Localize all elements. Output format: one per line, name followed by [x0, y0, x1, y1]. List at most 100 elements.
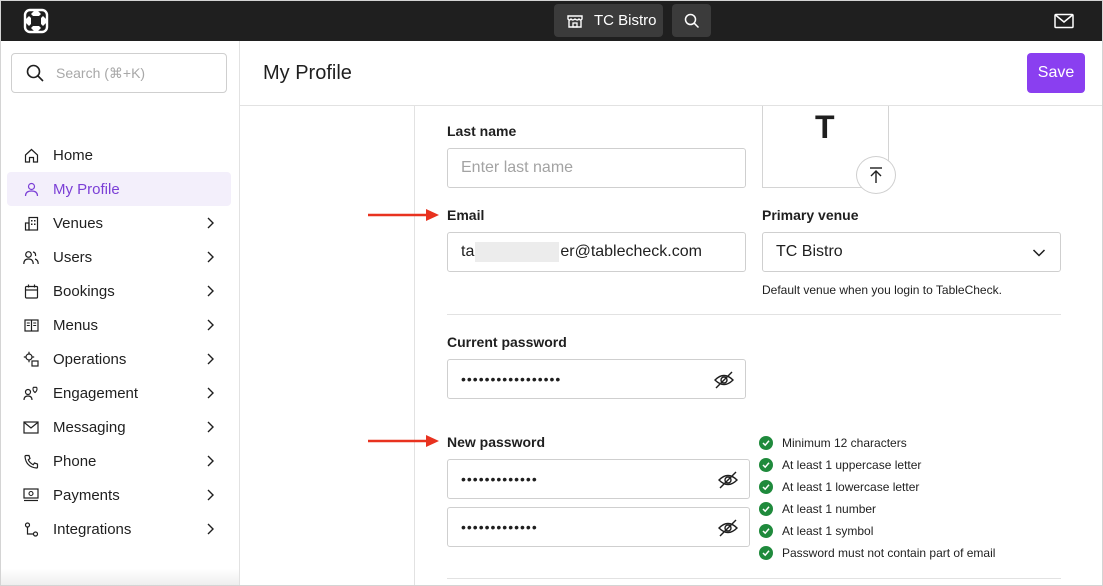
requirement-text: At least 1 uppercase letter — [782, 458, 922, 472]
current-password-value: ••••••••••••••••• — [461, 371, 562, 387]
requirement-item: At least 1 symbol — [759, 520, 1059, 542]
sidebar-item-label: Payments — [53, 486, 120, 504]
avatar-initial: T — [815, 109, 835, 145]
sidebar-item-integrations[interactable]: Integrations — [7, 512, 231, 546]
chevron-right-icon — [207, 421, 214, 433]
requirement-text: Password must not contain part of email — [782, 546, 996, 560]
inbox-button[interactable] — [1052, 10, 1076, 32]
sidebar-item-messaging[interactable]: Messaging — [7, 410, 231, 444]
check-circle-icon — [759, 502, 773, 516]
current-password-field[interactable]: ••••••••••••••••• — [447, 359, 746, 399]
requirement-text: At least 1 number — [782, 502, 877, 516]
chevron-right-icon — [207, 455, 214, 467]
last-name-placeholder: Enter last name — [461, 159, 574, 176]
upload-icon — [870, 167, 882, 183]
email-value-suffix: er@tablecheck.com — [560, 243, 702, 260]
eye-off-icon[interactable] — [713, 369, 735, 391]
requirement-text: At least 1 symbol — [782, 524, 874, 538]
sidebar-search[interactable] — [11, 53, 227, 93]
search-icon — [684, 13, 699, 28]
chevron-right-icon — [207, 251, 214, 263]
engagement-icon — [23, 385, 39, 401]
section-divider — [447, 314, 1061, 315]
eye-off-icon[interactable] — [717, 517, 739, 539]
sidebar-item-phone[interactable]: Phone — [7, 444, 231, 478]
password-requirements: Minimum 12 characters At least 1 upperca… — [759, 432, 1059, 564]
requirement-item: At least 1 lowercase letter — [759, 476, 1059, 498]
sidebar-item-bookings[interactable]: Bookings — [7, 274, 231, 308]
chevron-right-icon — [207, 217, 214, 229]
email-value-prefix: ta — [461, 243, 475, 260]
new-password-field[interactable]: ••••••••••••• — [447, 459, 750, 499]
sidebar: Home My Profile Venues Users — [1, 41, 240, 585]
requirement-text: Minimum 12 characters — [782, 436, 907, 450]
phone-icon — [23, 453, 39, 469]
sidebar-nav: Home My Profile Venues Users Bookings Me… — [7, 138, 231, 546]
chevron-right-icon — [207, 319, 214, 331]
chevron-down-icon — [1032, 249, 1046, 257]
check-circle-icon — [759, 436, 773, 450]
sidebar-item-my-profile[interactable]: My Profile — [7, 172, 231, 206]
sidebar-item-label: Venues — [53, 214, 104, 232]
email-label: Email — [447, 207, 485, 223]
form-panel-border — [414, 106, 415, 585]
integrations-icon — [23, 521, 39, 537]
page-header: My Profile Save — [240, 41, 1102, 106]
sidebar-item-label: Operations — [53, 350, 127, 368]
venue-name: TC Bistro — [594, 12, 657, 29]
app-window: TC Bistro Search (⌘+K) Home My Profile V… — [0, 0, 1103, 586]
tablecheck-logo[interactable] — [23, 8, 49, 34]
storefront-icon — [567, 14, 583, 28]
annotation-arrow-new-password — [368, 435, 439, 447]
new-password-label: New password — [447, 434, 546, 450]
sidebar-item-label: Bookings — [53, 282, 115, 300]
venue-switcher-button[interactable]: TC Bistro — [554, 4, 663, 37]
sidebar-item-menus[interactable]: Menus — [7, 308, 231, 342]
sidebar-item-label: Messaging — [53, 418, 126, 436]
sidebar-item-label: Engagement — [53, 384, 139, 402]
home-icon — [23, 147, 39, 163]
sidebar-item-label: Users — [53, 248, 93, 266]
sidebar-item-users[interactable]: Users — [7, 240, 231, 274]
sidebar-item-payments[interactable]: Payments — [7, 478, 231, 512]
sidebar-item-label: Menus — [53, 316, 99, 334]
check-circle-icon — [759, 458, 773, 472]
primary-venue-select[interactable]: TC Bistro — [762, 232, 1061, 272]
chevron-right-icon — [207, 285, 214, 297]
requirement-item: At least 1 number — [759, 498, 1059, 520]
check-circle-icon — [759, 546, 773, 560]
sidebar-item-venues[interactable]: Venues — [7, 206, 231, 240]
menu-book-icon — [23, 317, 39, 333]
calendar-icon — [23, 283, 39, 299]
sidebar-item-label: Home — [53, 146, 94, 164]
envelope-icon — [23, 419, 39, 435]
sidebar-scroll-fade — [1, 569, 239, 585]
check-circle-icon — [759, 524, 773, 538]
email-redaction — [475, 242, 560, 262]
section-divider — [447, 578, 1061, 579]
avatar: T — [762, 106, 896, 194]
chevron-right-icon — [207, 387, 214, 399]
global-search-button[interactable] — [672, 4, 711, 37]
sidebar-item-label: My Profile — [53, 180, 120, 198]
email-field[interactable]: ta er@tablecheck.com — [447, 232, 746, 272]
profile-form: Last name Enter last name T Email ta er@… — [240, 106, 1102, 585]
building-icon — [23, 215, 39, 231]
sidebar-item-operations[interactable]: Operations — [7, 342, 231, 376]
primary-venue-value: TC Bistro — [776, 243, 843, 260]
sidebar-item-engagement[interactable]: Engagement — [7, 376, 231, 410]
new-password-value: ••••••••••••• — [461, 471, 538, 487]
envelope-icon — [1054, 13, 1074, 29]
top-bar: TC Bistro — [1, 1, 1102, 41]
requirement-item: At least 1 uppercase letter — [759, 454, 1059, 476]
sidebar-search-input[interactable] — [56, 65, 206, 81]
requirement-text: At least 1 lowercase letter — [782, 480, 920, 494]
sidebar-item-label: Phone — [53, 452, 97, 470]
confirm-password-field[interactable]: ••••••••••••• — [447, 507, 750, 547]
upload-avatar-button[interactable] — [856, 156, 896, 194]
last-name-field[interactable]: Enter last name — [447, 148, 746, 188]
save-button[interactable]: Save — [1027, 53, 1085, 93]
operations-icon — [23, 351, 39, 367]
sidebar-item-home[interactable]: Home — [7, 138, 231, 172]
eye-off-icon[interactable] — [717, 469, 739, 491]
